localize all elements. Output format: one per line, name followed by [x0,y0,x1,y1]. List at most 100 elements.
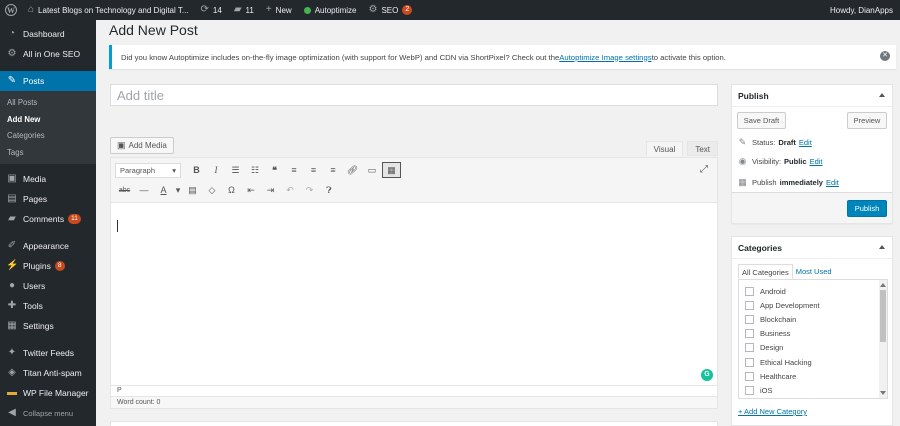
align-right-button[interactable]: ≡ [324,162,343,178]
category-checklist: Android App Development Blockchain Busin… [738,279,888,399]
scroll-down-icon[interactable] [880,391,886,395]
menu-media[interactable]: ▣ Media [0,169,96,189]
category-item[interactable]: Design [739,341,887,355]
menu-plugins[interactable]: ⚡ Plugins 8 [0,256,96,276]
strikethrough-button[interactable]: abc [115,182,134,198]
read-more-icon: ▭ [367,164,377,175]
wordpress-logo-button[interactable]: W [0,0,22,20]
read-more-button[interactable]: ▭ [363,162,382,178]
checkbox[interactable] [745,371,754,381]
grammarly-icon[interactable]: G [701,369,713,381]
clear-formatting-button[interactable]: ◇ [203,182,222,198]
checkbox[interactable] [745,385,754,395]
toggle-panel-icon[interactable] [879,93,885,97]
tab-all-categories[interactable]: All Categories [738,264,793,279]
refresh-icon: ⟳ [200,4,209,15]
collapse-menu-button[interactable]: ◀ Collapse menu [0,403,96,423]
menu-users[interactable]: ● Users [0,276,96,296]
autoptimize-image-settings-link[interactable]: Autoptimize Image settings [559,53,651,62]
category-item[interactable]: Ethical Hacking [739,355,887,369]
menu-all-in-one-seo[interactable]: ⚙ All in One SEO [0,44,96,64]
format-select[interactable]: Paragraph ▾ [115,162,181,178]
edit-status-link[interactable]: Edit [799,138,812,147]
align-center-button[interactable]: ≡ [304,162,323,178]
submenu-add-new[interactable]: Add New [0,112,96,129]
menu-titan-anti-spam[interactable]: ◈ Titan Anti-spam [0,363,96,383]
outdent-button[interactable]: ⇤ [242,182,261,198]
publish-button[interactable]: Publish [847,200,887,217]
menu-wp-file-manager[interactable]: ▬ WP File Manager [0,383,96,403]
italic-button[interactable]: I [207,162,226,178]
menu-appearance[interactable]: ✐ Appearance [0,236,96,256]
text-color-button[interactable]: A [154,182,173,198]
preview-button[interactable]: Preview [847,112,887,129]
site-name-label: Latest Blogs on Technology and Digital T… [38,5,189,15]
menu-comments[interactable]: ▰ Comments 11 [0,209,96,229]
bulleted-list-icon: ☰ [231,164,240,175]
menu-tools[interactable]: ✚ Tools [0,296,96,316]
new-content-link[interactable]: + New [260,0,298,20]
account-menu[interactable]: Howdy, DianApps [824,0,900,20]
save-draft-button[interactable]: Save Draft [737,112,786,129]
seo-link[interactable]: ⚙ SEO 2 [362,0,418,20]
add-media-button[interactable]: ▣ Add Media [110,137,174,154]
tab-visual[interactable]: Visual [645,141,684,156]
category-item[interactable]: Business [739,327,887,341]
scrollbar-thumb[interactable] [880,290,886,342]
submenu-all-posts[interactable]: All Posts [0,95,96,112]
toolbar-toggle-button[interactable]: ▦ [382,162,401,178]
numbered-list-button[interactable]: ☷ [246,162,265,178]
horizontal-line-button[interactable]: — [135,182,154,198]
scroll-up-icon[interactable] [880,283,886,287]
category-item[interactable]: App Development [739,298,887,312]
editor-content-area[interactable]: G [110,203,718,385]
category-item[interactable]: Blockchain [739,312,887,326]
menu-settings[interactable]: ▦ Settings [0,316,96,336]
checkbox[interactable] [745,286,754,296]
dismiss-icon[interactable]: ✕ [880,51,890,61]
checkbox[interactable] [745,300,754,310]
submenu-categories[interactable]: Categories [0,128,96,145]
category-item[interactable]: Healthcare [739,369,887,383]
checkbox[interactable] [745,357,754,367]
autoptimize-link[interactable]: Autoptimize [298,0,363,20]
post-title-input[interactable]: Add title [110,84,718,106]
checkbox[interactable] [745,314,754,324]
autoptimize-notice: Did you know Autoptimize includes on-the… [109,45,896,69]
add-new-category-link[interactable]: + Add New Category [738,407,807,416]
bold-button[interactable]: B [187,162,206,178]
checkbox[interactable] [745,343,754,353]
updates-link[interactable]: ⟳ 14 [195,0,228,20]
text-color-dropdown[interactable]: ▾ [174,182,183,198]
indent-button[interactable]: ⇥ [261,182,280,198]
tab-text[interactable]: Text [687,141,718,156]
menu-label: Media [23,174,47,184]
bulleted-list-button[interactable]: ☰ [226,162,245,178]
tab-most-used[interactable]: Most Used [793,264,835,279]
home-icon: ⌂ [28,4,35,15]
edit-date-link[interactable]: Edit [826,178,839,187]
submenu-tags[interactable]: Tags [0,145,96,162]
special-character-button[interactable]: Ω [222,182,241,198]
pushpin-icon: ✎ [738,136,747,147]
menu-twitter-feeds[interactable]: ✦ Twitter Feeds [0,343,96,363]
redo-button[interactable]: ↷ [300,182,319,198]
blockquote-button[interactable]: ❝ [265,162,284,178]
menu-dashboard[interactable]: ◔ Dashboard [0,24,96,44]
toggle-panel-icon[interactable] [879,245,885,249]
undo-button[interactable]: ↶ [281,182,300,198]
category-item[interactable]: Android [739,284,887,298]
category-item[interactable]: iOS [739,383,887,397]
paste-as-text-button[interactable]: ▤ [183,182,202,198]
menu-pages[interactable]: ▤ Pages [0,189,96,209]
align-left-button[interactable]: ≡ [285,162,304,178]
checkbox[interactable] [745,329,754,339]
comments-link[interactable]: ▰ 11 [228,0,260,20]
help-button[interactable]: ❓︎ [320,182,339,198]
edit-visibility-link[interactable]: Edit [810,157,823,166]
category-scrollbar[interactable] [879,280,887,398]
fullscreen-button[interactable]: ⤢ [697,162,711,176]
insert-link-button[interactable]: 🔗︎ [343,162,362,178]
site-name-link[interactable]: ⌂ Latest Blogs on Technology and Digital… [22,0,195,20]
menu-posts[interactable]: ✎ Posts [0,71,96,91]
